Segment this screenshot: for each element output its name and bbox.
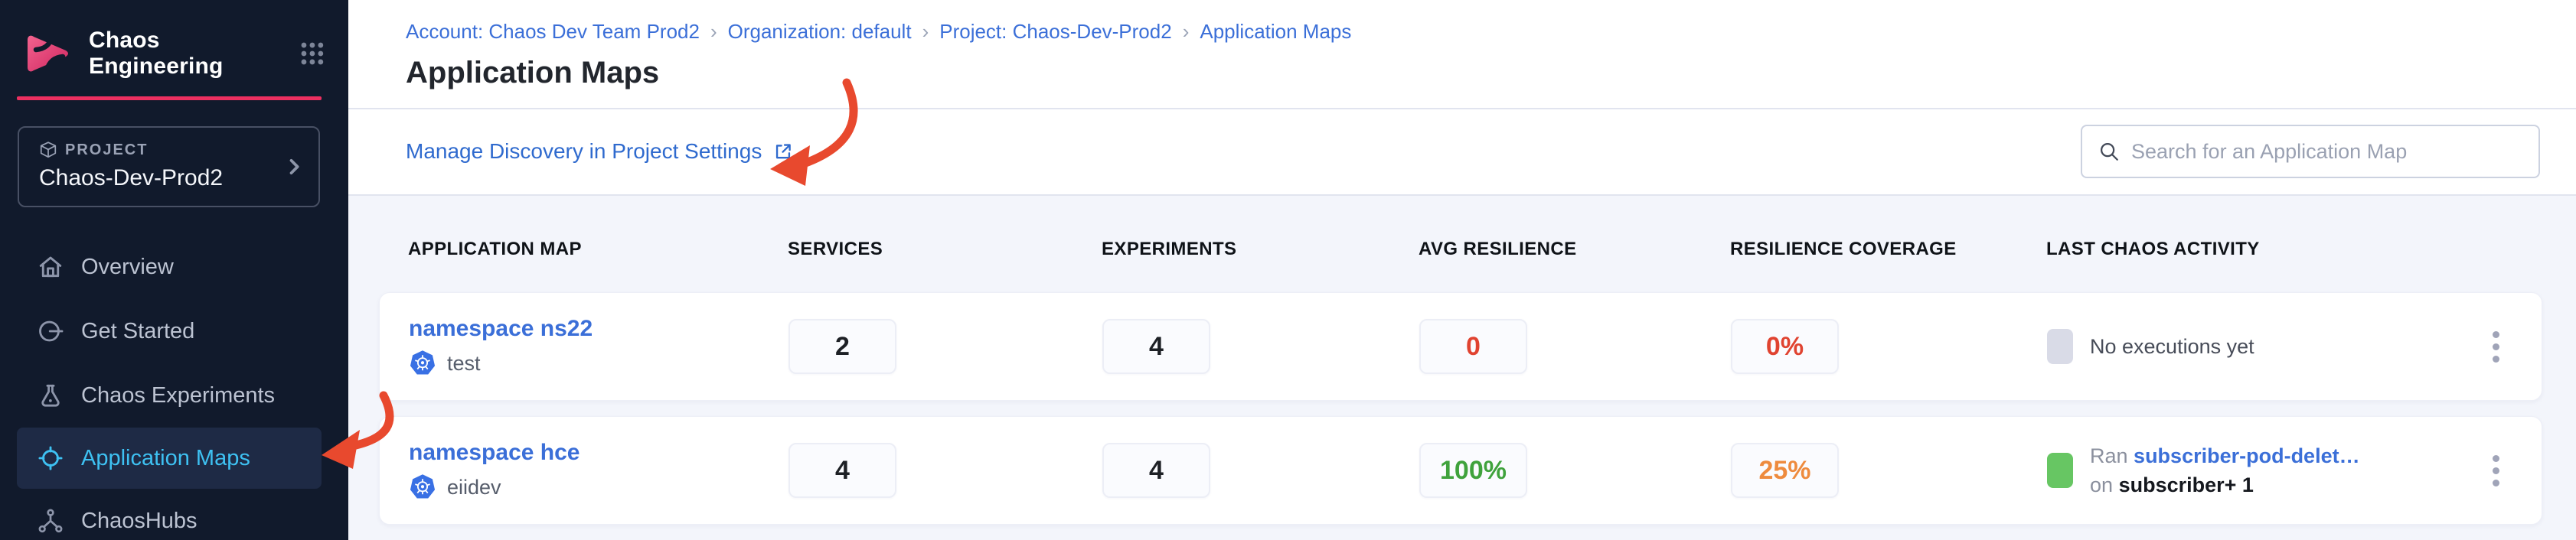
column-header-services: SERVICES — [788, 239, 1102, 260]
application-maps-table: APPLICATION MAP SERVICES EXPERIMENTS AVG… — [348, 196, 2576, 540]
external-link-icon — [772, 141, 794, 162]
services-count: 4 — [835, 456, 850, 486]
search-icon — [2098, 140, 2121, 163]
get-started-icon — [37, 317, 64, 345]
column-header-avg-resilience: AVG RESILIENCE — [1419, 239, 1730, 260]
experiments-cell: 4 — [1102, 319, 1419, 374]
module-grid-icon[interactable] — [299, 41, 325, 67]
execution-status-square — [2047, 453, 2073, 488]
application-map-target-icon — [37, 444, 64, 472]
experiment-link[interactable]: subscriber-pod-delet… — [2134, 444, 2360, 467]
brand-accent-rule — [17, 96, 322, 100]
kubernetes-icon — [409, 350, 436, 377]
chevron-right-icon — [283, 156, 305, 177]
app-title: Chaos Engineering — [89, 28, 299, 80]
sidebar-nav: Overview Get Started Chaos Experiments — [0, 235, 348, 540]
avg-resilience-value: 0 — [1466, 332, 1481, 362]
sidebar-item-overview[interactable]: Overview — [17, 235, 322, 299]
page-header: Account: Chaos Dev Team Prod2 › Organiza… — [348, 0, 2576, 109]
manage-discovery-label: Manage Discovery in Project Settings — [406, 139, 762, 164]
resilience-coverage-cell: 25% — [1731, 443, 2047, 498]
breadcrumb-separator: › — [1183, 20, 1190, 44]
column-header-resilience-coverage: RESILIENCE COVERAGE — [1730, 239, 2046, 260]
manage-discovery-link[interactable]: Manage Discovery in Project Settings — [406, 139, 794, 164]
column-header-last-chaos-activity: LAST CHAOS ACTIVITY — [2046, 239, 2481, 260]
row-menu-kebab-icon[interactable] — [2480, 331, 2511, 363]
application-map-link[interactable]: namespace ns22 — [409, 316, 788, 342]
table-header-row: APPLICATION MAP SERVICES EXPERIMENTS AVG… — [379, 196, 2542, 292]
services-cell: 2 — [788, 319, 1102, 374]
execution-status-square — [2047, 329, 2073, 364]
project-label: PROJECT — [65, 142, 148, 159]
project-name: Chaos-Dev-Prod2 — [39, 165, 302, 191]
cube-icon — [39, 141, 57, 159]
sidebar-logo-row: Chaos Engineering — [0, 0, 348, 81]
sidebar: Chaos Engineering PROJECT Chaos-Dev-Prod — [0, 0, 348, 540]
sidebar-item-label: Get Started — [81, 319, 194, 344]
activity-ran-label: Ran — [2090, 444, 2128, 467]
experiments-cell: 4 — [1102, 443, 1419, 498]
sidebar-item-label: Overview — [81, 255, 174, 280]
sidebar-item-get-started[interactable]: Get Started — [17, 299, 322, 363]
breadcrumb-separator: › — [922, 20, 929, 44]
sidebar-item-chaoshubs[interactable]: ChaosHubs — [17, 489, 322, 540]
breadcrumb-project[interactable]: Project: Chaos-Dev-Prod2 — [939, 20, 1171, 44]
breadcrumb-account[interactable]: Account: Chaos Dev Team Prod2 — [406, 20, 700, 44]
sidebar-item-application-maps[interactable]: Application Maps — [17, 428, 322, 489]
infrastructure-name: eiidev — [447, 476, 501, 499]
infrastructure-name: test — [447, 352, 481, 376]
search-input[interactable] — [2131, 140, 2523, 164]
toolbar: Manage Discovery in Project Settings — [348, 109, 2576, 196]
row-menu-kebab-icon[interactable] — [2480, 455, 2511, 486]
services-cell: 4 — [788, 443, 1102, 498]
sidebar-item-label: ChaosHubs — [81, 509, 198, 534]
last-chaos-activity-cell: Ran subscriber-pod-delet… on subscriber+… — [2047, 441, 2480, 499]
table-row[interactable]: namespace ns22 test 2 — [379, 292, 2542, 401]
breadcrumb-current-page[interactable]: Application Maps — [1200, 20, 1351, 44]
resilience-coverage-value: 25% — [1758, 456, 1810, 486]
kubernetes-icon — [409, 473, 436, 501]
last-chaos-activity-cell: No executions yet — [2047, 329, 2480, 364]
avg-resilience-cell: 100% — [1419, 443, 1731, 498]
application-map-cell: namespace hce eiidev — [409, 440, 788, 501]
avg-resilience-value: 100% — [1440, 456, 1507, 486]
resilience-coverage-value: 0% — [1766, 332, 1804, 362]
activity-text: No executions yet — [2090, 335, 2254, 359]
project-selector[interactable]: PROJECT Chaos-Dev-Prod2 — [18, 126, 320, 207]
avg-resilience-cell: 0 — [1419, 319, 1731, 374]
column-header-application-map: APPLICATION MAP — [408, 239, 788, 260]
experiments-count: 4 — [1149, 456, 1164, 486]
breadcrumb: Account: Chaos Dev Team Prod2 › Organiza… — [406, 20, 2576, 44]
home-icon — [37, 253, 64, 281]
sidebar-item-label: Application Maps — [81, 446, 250, 471]
application-map-link[interactable]: namespace hce — [409, 440, 788, 466]
hub-network-icon — [37, 507, 64, 535]
chaos-engineering-logo-icon — [21, 26, 77, 81]
chaos-engineering-app: Chaos Engineering PROJECT Chaos-Dev-Prod — [0, 0, 2576, 540]
table-row[interactable]: namespace hce eiidev 4 — [379, 416, 2542, 525]
page-title: Application Maps — [406, 56, 2576, 90]
flask-icon — [37, 382, 64, 409]
main-content: Account: Chaos Dev Team Prod2 › Organiza… — [348, 0, 2576, 540]
resilience-coverage-cell: 0% — [1731, 319, 2047, 374]
search-box — [2081, 125, 2540, 178]
activity-target: subscriber+ 1 — [2119, 473, 2254, 496]
application-map-cell: namespace ns22 test — [409, 316, 788, 377]
sidebar-item-chaos-experiments[interactable]: Chaos Experiments — [17, 363, 322, 428]
activity-on-label: on — [2090, 473, 2113, 496]
column-header-experiments: EXPERIMENTS — [1102, 239, 1419, 260]
breadcrumb-organization[interactable]: Organization: default — [728, 20, 912, 44]
experiments-count: 4 — [1149, 332, 1164, 362]
sidebar-item-label: Chaos Experiments — [81, 383, 275, 408]
breadcrumb-separator: › — [710, 20, 717, 44]
services-count: 2 — [835, 332, 850, 362]
